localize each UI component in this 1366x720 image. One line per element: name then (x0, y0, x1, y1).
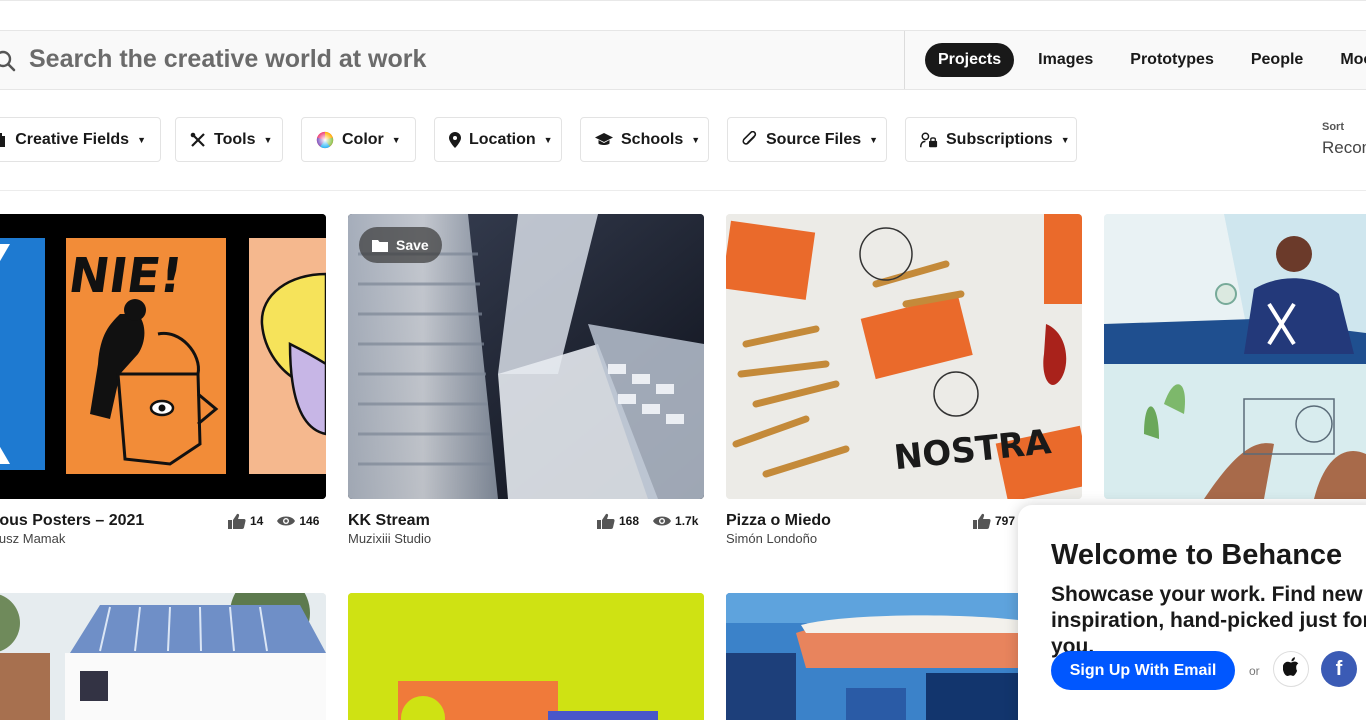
filter-label: Creative Fields (15, 130, 130, 148)
chevron-down-icon: ▼ (543, 134, 553, 145)
thumbs-up-icon (228, 513, 246, 529)
paperclip-icon (742, 130, 758, 149)
filter-tools[interactable]: Tools ▼ (175, 117, 283, 162)
facebook-sign-in-button[interactable]: f (1321, 651, 1357, 687)
or-separator: or (1249, 664, 1260, 678)
filter-divider (0, 190, 1366, 191)
project-title[interactable]: Various Posters – 2021 (0, 512, 144, 530)
chevron-down-icon: ▼ (1060, 134, 1070, 145)
location-pin-icon (449, 131, 461, 149)
tab-projects[interactable]: Projects (925, 43, 1015, 77)
sign-up-email-button[interactable]: Sign Up With Email (1051, 651, 1235, 690)
project-card[interactable]: NIE! Various Posters – 2021 Mateusz Mama… (0, 214, 326, 554)
project-thumbnail[interactable]: NOSTRA (726, 214, 1082, 499)
filter-bar: Creative Fields ▼ Tools ▼ Color ▼ Locati… (0, 117, 1366, 162)
filter-location[interactable]: Location ▼ (434, 117, 562, 162)
graduation-cap-icon (595, 131, 613, 149)
thumbs-up-icon (973, 513, 991, 529)
top-divider (0, 0, 1366, 1)
tab-people[interactable]: People (1238, 43, 1316, 77)
views-count: 1.7k (675, 514, 699, 528)
filter-subscriptions[interactable]: Subscriptions ▼ (905, 117, 1077, 162)
search-icon (0, 50, 16, 72)
filter-label: Location (469, 130, 536, 148)
project-thumbnail[interactable] (0, 593, 326, 720)
project-title[interactable]: KK Stream (348, 512, 430, 530)
search-placeholder: Search the creative world at work (29, 45, 427, 73)
project-stats: 797 (973, 513, 1015, 529)
filter-color[interactable]: Color ▼ (301, 117, 416, 162)
chevron-down-icon: ▼ (691, 134, 701, 145)
welcome-popup: Welcome to Behance Showcase your work. F… (1018, 505, 1366, 720)
behance-page: Search the creative world at work Projec… (0, 0, 1366, 720)
likes-count: 14 (250, 514, 264, 528)
search-bar: Search the creative world at work Projec… (0, 30, 1366, 90)
filter-schools[interactable]: Schools ▼ (580, 117, 709, 162)
welcome-subtitle: Showcase your work. Find new inspiration… (1051, 583, 1366, 658)
tab-images[interactable]: Images (1025, 43, 1106, 77)
project-card[interactable] (0, 593, 326, 720)
filter-label: Tools (214, 130, 256, 148)
views-count: 146 (299, 514, 320, 528)
poster-text: NIE! (65, 248, 186, 304)
search-input[interactable]: Search the creative world at work (0, 31, 906, 89)
search-divider (904, 31, 905, 89)
project-stats: 168 1.7k (597, 513, 698, 529)
facebook-icon: f (1335, 657, 1343, 680)
likes-count: 797 (995, 514, 1016, 528)
project-card[interactable]: NOSTRA Pizza o Miedo Simón Londoño 797 (726, 214, 1082, 554)
chevron-down-icon: ▼ (137, 134, 146, 145)
project-card[interactable] (1104, 214, 1366, 499)
apple-icon (1282, 657, 1299, 681)
project-owner[interactable]: Simón Londoño (726, 531, 817, 546)
sort-dropdown[interactable]: Recommended (1322, 138, 1366, 158)
project-card[interactable]: Save KK Stream Muzixiii Studio 168 1.7k (348, 214, 704, 554)
save-label: Save (396, 237, 429, 253)
project-card[interactable] (348, 593, 704, 720)
project-card[interactable] (726, 593, 1026, 720)
project-stats: 14 146 (228, 513, 319, 529)
apple-sign-in-button[interactable] (1273, 651, 1309, 687)
sort-label: Sort (1322, 121, 1344, 133)
project-thumbnail[interactable]: Save (348, 214, 704, 499)
chevron-down-icon: ▼ (263, 134, 273, 145)
thumbs-up-icon (597, 513, 615, 529)
filter-label: Schools (621, 130, 684, 148)
filter-label: Source Files (766, 130, 862, 148)
folder-icon (372, 239, 388, 252)
subscriptions-icon (920, 131, 938, 149)
likes-count: 168 (619, 514, 640, 528)
filter-creative-fields[interactable]: Creative Fields ▼ (0, 117, 161, 162)
filter-source-files[interactable]: Source Files ▼ (727, 117, 887, 162)
project-owner[interactable]: Muzixiii Studio (348, 531, 431, 546)
tab-prototypes[interactable]: Prototypes (1117, 43, 1227, 77)
project-thumbnail[interactable] (348, 593, 704, 720)
project-thumbnail[interactable] (726, 593, 1026, 720)
eye-icon (653, 515, 672, 527)
chevron-down-icon: ▼ (391, 134, 401, 145)
save-button[interactable]: Save (359, 227, 442, 263)
color-wheel-icon (316, 131, 334, 149)
filter-label: Subscriptions (946, 130, 1053, 148)
eye-icon (277, 515, 296, 527)
tab-moodboards[interactable]: Moodboards (1327, 43, 1366, 77)
project-thumbnail[interactable] (1104, 214, 1366, 499)
project-thumbnail[interactable]: NIE! (0, 214, 326, 499)
project-owner[interactable]: Mateusz Mamak (0, 531, 65, 546)
welcome-title: Welcome to Behance (1051, 539, 1343, 571)
project-title[interactable]: Pizza o Miedo (726, 512, 831, 530)
chevron-down-icon: ▼ (869, 134, 879, 145)
creative-fields-icon (0, 131, 7, 149)
filter-label: Color (342, 130, 384, 148)
tools-icon (190, 131, 206, 149)
content-type-tabs: Projects Images Prototypes People Moodbo… (925, 43, 1366, 77)
